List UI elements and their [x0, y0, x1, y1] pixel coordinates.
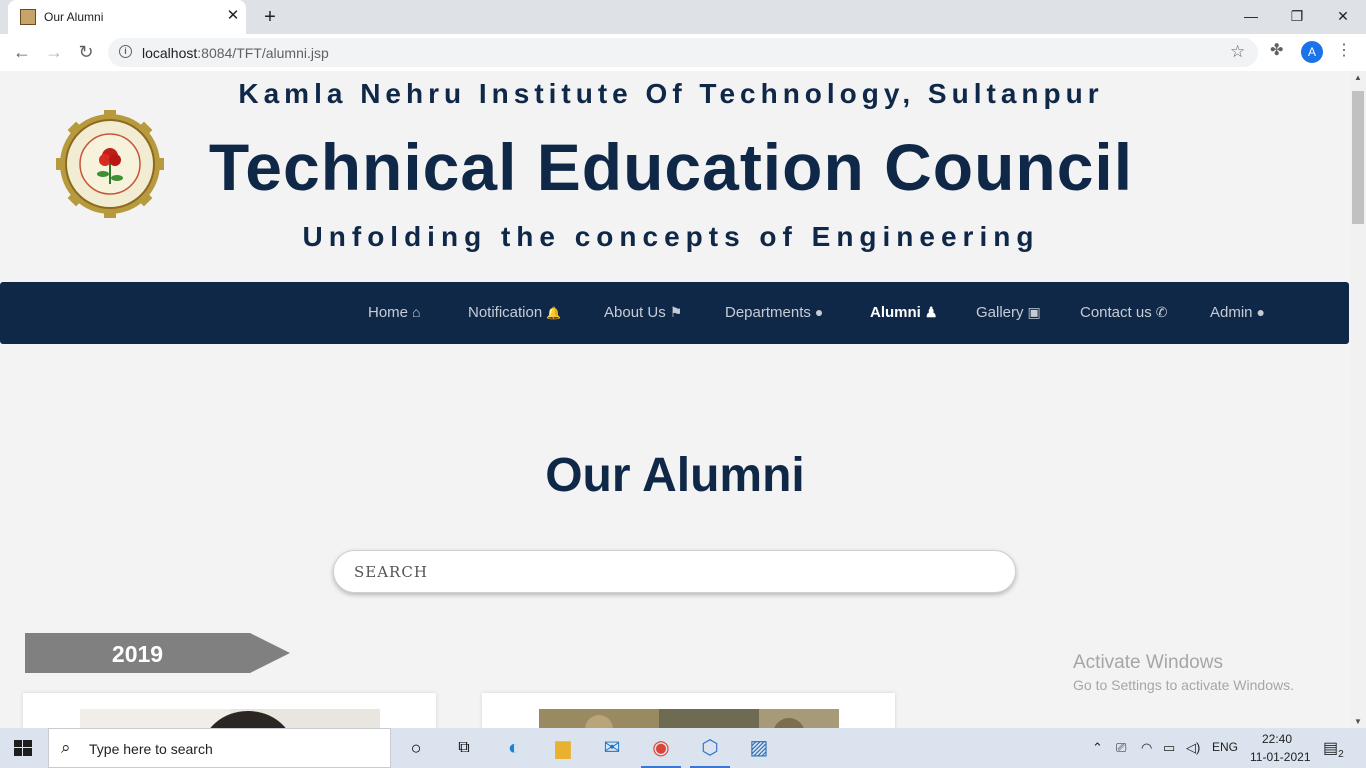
nav-contact-us[interactable]: Contact us ✆: [1080, 304, 1167, 321]
activate-windows-subtitle: Go to Settings to activate Windows.: [1073, 677, 1294, 693]
site-tagline: Unfolding the concepts of Engineering: [302, 221, 1040, 252]
photos-icon[interactable]: ▨: [735, 728, 783, 768]
page-viewport: Kamla Nehru Institute Of Technology, Sul…: [0, 71, 1350, 728]
year-banner: 2019: [25, 633, 290, 673]
nav-alumni[interactable]: Alumni ♟: [870, 304, 937, 321]
site-info-icon[interactable]: i: [119, 45, 132, 58]
image-icon: ▣: [1027, 304, 1041, 320]
windows-start-icon[interactable]: [14, 740, 32, 756]
bookmark-star-icon[interactable]: ☆: [1230, 42, 1245, 62]
page-scrollbar[interactable]: ▲ ▼: [1350, 71, 1366, 728]
info-circle-icon: ●: [814, 304, 824, 320]
meet-now-icon[interactable]: ⎚: [1116, 740, 1126, 756]
minimize-button[interactable]: —: [1237, 4, 1265, 28]
clock-time[interactable]: 22:40: [1262, 732, 1292, 746]
wifi-icon[interactable]: ◠: [1141, 740, 1152, 756]
phone-icon: ✆: [1155, 304, 1168, 320]
volume-icon[interactable]: ◁): [1186, 740, 1200, 756]
forward-arrow-icon[interactable]: →: [42, 40, 66, 64]
cortana-icon[interactable]: ○: [392, 728, 440, 768]
window-close-button[interactable]: ✕: [1329, 4, 1357, 28]
activate-windows-title: Activate Windows: [1073, 652, 1223, 673]
user-icon: ●: [1256, 304, 1265, 320]
mail-icon[interactable]: ✉: [588, 728, 636, 768]
clock-date[interactable]: 11-01-2021: [1250, 750, 1311, 764]
restore-button[interactable]: ❐: [1283, 4, 1311, 28]
back-arrow-icon[interactable]: ←: [10, 40, 34, 64]
flag-icon: ⚑: [669, 304, 683, 320]
alumni-card[interactable]: [23, 693, 436, 728]
url-text: localhost:8084/TFT/alumni.jsp: [142, 45, 329, 61]
app-cube-icon[interactable]: ⬡: [686, 728, 734, 768]
nav-about-us[interactable]: About Us ⚑: [604, 304, 682, 321]
tray-chevron-icon[interactable]: ⌃: [1092, 740, 1103, 756]
search-icon: ⌕: [61, 738, 71, 757]
favicon-icon: [20, 9, 36, 25]
graduate-icon: ♟: [924, 304, 938, 320]
taskbar-search-placeholder: Type here to search: [89, 741, 213, 757]
alumni-photo: [539, 709, 839, 728]
browser-toolbar: ← → ↻ i localhost:8084/TFT/alumni.jsp ☆: [0, 34, 1366, 72]
reload-icon[interactable]: ↻: [74, 40, 98, 64]
taskbar-search-box[interactable]: ⌕ Type here to search: [48, 728, 391, 768]
profile-avatar[interactable]: A: [1301, 41, 1323, 63]
nav-notification[interactable]: Notification 🔔: [468, 304, 561, 321]
chrome-icon[interactable]: ◉: [637, 728, 685, 768]
main-navbar: Home ⌂ Notification 🔔 About Us ⚑ Department…: [0, 282, 1349, 344]
alumni-card[interactable]: [482, 693, 895, 728]
battery-icon[interactable]: ▭: [1163, 740, 1175, 756]
nav-home[interactable]: Home ⌂: [368, 304, 420, 321]
notification-center-icon[interactable]: ▤2: [1323, 738, 1344, 760]
close-tab-icon[interactable]: ✕: [224, 7, 242, 25]
nav-departments[interactable]: Departments ●: [725, 304, 823, 321]
new-tab-button[interactable]: +: [258, 5, 282, 29]
scroll-down-arrow-icon[interactable]: ▼: [1350, 717, 1366, 726]
browser-tab[interactable]: Our Alumni ✕: [8, 0, 246, 34]
task-view-icon[interactable]: ⧉: [440, 728, 488, 768]
address-bar[interactable]: i localhost:8084/TFT/alumni.jsp ☆: [108, 38, 1258, 67]
scroll-thumb[interactable]: [1352, 91, 1364, 224]
nav-gallery[interactable]: Gallery ▣: [976, 304, 1041, 321]
page-title: Our Alumni: [545, 449, 805, 502]
institute-name: Kamla Nehru Institute Of Technology, Sul…: [238, 78, 1104, 109]
nav-admin[interactable]: Admin ●: [1210, 304, 1265, 321]
alumni-photo: [80, 709, 380, 728]
site-title: Technical Education Council: [208, 130, 1134, 204]
menu-kebab-icon[interactable]: ⋮: [1336, 40, 1352, 60]
home-icon: ⌂: [412, 304, 421, 320]
browser-tabstrip: Our Alumni ✕ + — ❐ ✕: [0, 0, 1366, 34]
year-label: 2019: [111, 641, 164, 667]
windows-taskbar: ⌕ Type here to search ○ ⧉ ◐ ▆ ✉ ◉ ⬡ ▨ ⌃ …: [0, 728, 1366, 768]
scroll-up-arrow-icon[interactable]: ▲: [1350, 73, 1366, 82]
bell-icon: 🔔: [546, 306, 562, 320]
language-indicator[interactable]: ENG: [1212, 740, 1238, 754]
tab-title: Our Alumni: [44, 10, 104, 24]
edge-browser-icon[interactable]: ◐: [490, 728, 538, 768]
alumni-search-input[interactable]: [333, 550, 1016, 593]
file-explorer-icon[interactable]: ▆: [539, 728, 587, 768]
extensions-puzzle-icon[interactable]: ✤: [1270, 40, 1283, 60]
